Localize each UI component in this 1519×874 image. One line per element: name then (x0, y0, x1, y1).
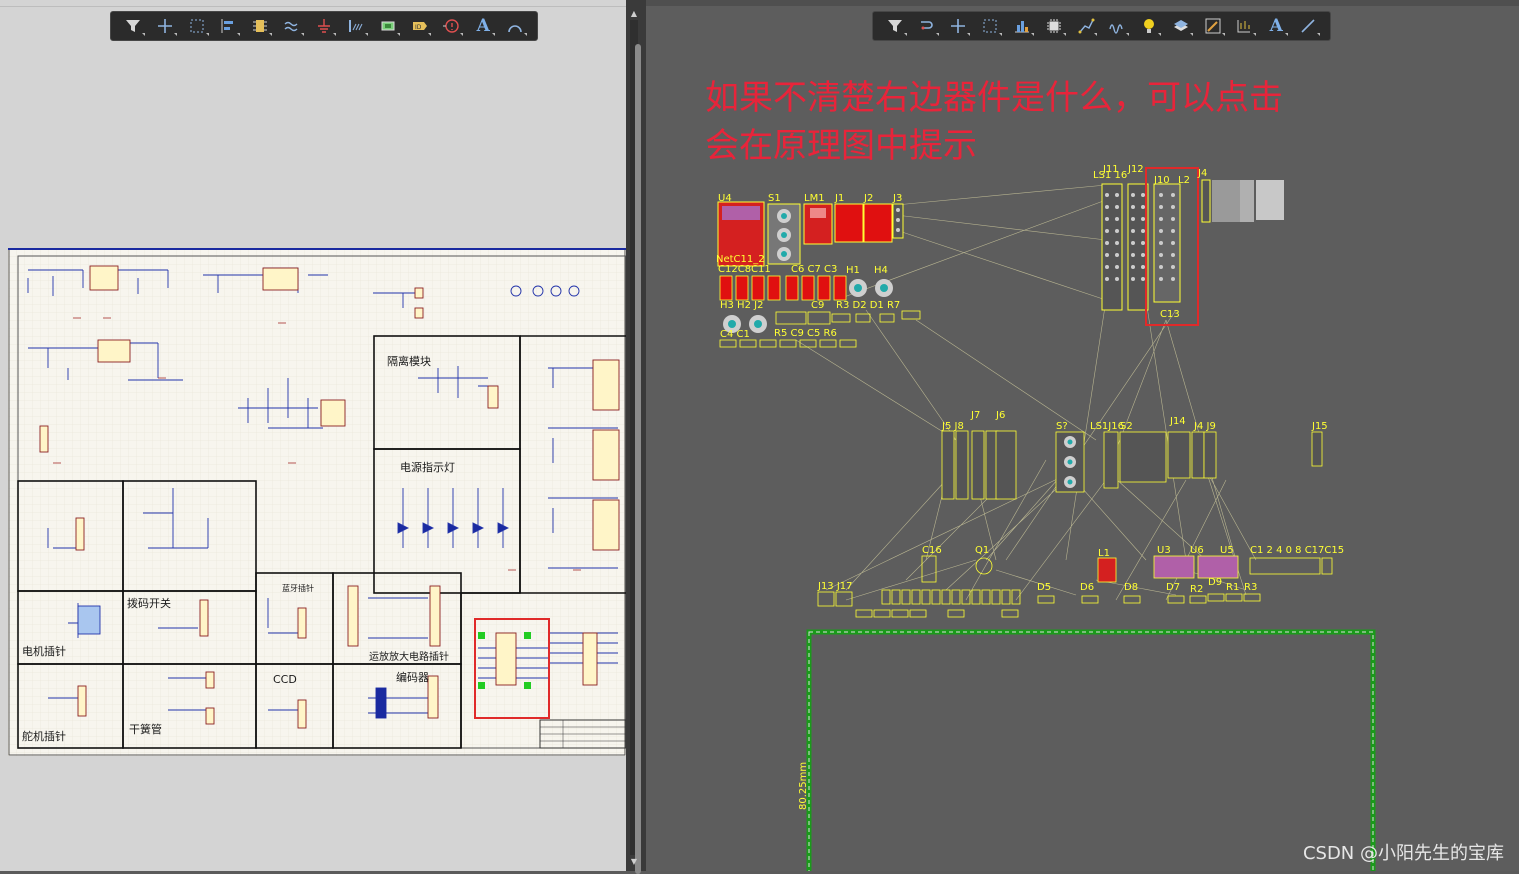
opamp-label: 运放放大电路插针 (369, 652, 449, 663)
arc-button[interactable] (502, 14, 528, 38)
text-button[interactable]: A (470, 14, 496, 38)
motor-label: 电机插针 (22, 645, 66, 658)
vertical-scrollbar[interactable] (630, 20, 641, 874)
pcb-label-ls1j16: LS1J16 (1090, 421, 1124, 432)
scroll-up-icon[interactable]: ▲ (629, 10, 639, 18)
pcb-label-h3h2j2: H3 H2 J2 (720, 300, 763, 311)
watermark: CSDN @小阳先生的宝库 (1302, 843, 1504, 864)
pcb-label-c6c7c3: C6 C7 C3 (791, 264, 837, 275)
encoder-label: 编码器 (396, 671, 429, 684)
pane-header (0, 0, 626, 7)
component-icon (253, 20, 268, 32)
align-button[interactable] (216, 14, 242, 38)
text-icon: A (476, 16, 490, 36)
svg-text:ID: ID (415, 24, 422, 31)
pcb-label-d5: D5 (1037, 582, 1051, 593)
net-label-button[interactable] (279, 14, 305, 38)
schematic-drawing (8, 248, 626, 756)
port-icon (381, 21, 395, 31)
reed-label: 干簧管 (129, 723, 162, 736)
pcb-label-u4: U4 (718, 193, 732, 204)
filter-icon (125, 20, 140, 32)
pcb-label-d7: D7 (1166, 582, 1180, 593)
pcb-label-j3: J3 (892, 193, 902, 204)
hint-line-1: 如果不清楚右边器件是什么，可以点击 (705, 78, 1283, 118)
pcb-label-s7: S? (1056, 421, 1068, 432)
select-rect-button[interactable] (184, 14, 210, 38)
component-button[interactable] (247, 14, 273, 38)
pcb-label-j10: J10 (1153, 175, 1170, 186)
pcb-label-j14: J14 (1169, 416, 1186, 427)
hint-annotation: 如果不清楚右边器件是什么，可以点击 会在原理图中提示 (705, 74, 1365, 170)
pcb-label-u3: U3 (1157, 545, 1171, 556)
net-label-icon (284, 21, 298, 32)
servo-label: 舵机插针 (22, 730, 66, 743)
pcb-label-j6: J6 (995, 410, 1005, 421)
pcb-label-j5j8: J5 J8 (941, 421, 964, 432)
arc-icon (508, 25, 522, 33)
pcb-label-s1: S1 (768, 193, 781, 204)
schematic-pane[interactable]: ID A 隔离模块 电源指示灯 电机插针 拨码开关 蓝牙插针 运放放大电路插针 … (0, 0, 626, 871)
bluetooth-label: 蓝牙插针 (282, 584, 314, 593)
pcb-label-r3b: R3 (1244, 582, 1257, 593)
pcb-label-lm1: LM1 (804, 193, 825, 204)
pcb-label-r2: R2 (1190, 584, 1203, 595)
bus-icon (348, 20, 363, 32)
pcb-label-c12c8c11: C12C8C11 (718, 264, 771, 275)
schematic-sheet[interactable]: 隔离模块 电源指示灯 电机插针 拨码开关 蓝牙插针 运放放大电路插针 舵机插针 … (8, 248, 626, 756)
pcb-label-l2: L2 (1178, 175, 1190, 186)
parameter-icon: ID (412, 22, 427, 31)
port-button[interactable] (375, 14, 401, 38)
pcb-label-s2: S2 (1120, 421, 1133, 432)
board-dimension-label: 80.25mm (798, 762, 809, 810)
pcb-label-h1: H1 (846, 265, 860, 276)
pcb-label-c13: C13 (1160, 309, 1180, 320)
pcb-label-c1c17c15: C1 2 4 0 8 C17C15 (1250, 545, 1344, 556)
pcb-label-c16: C16 (922, 545, 942, 556)
pcb-label-j1: J1 (834, 193, 844, 204)
hint-line-2: 会在原理图中提示 (705, 126, 977, 166)
pcb-label-j13j17: J13 J17 (817, 581, 853, 592)
pcb-label-c4c1: C4 C1 (720, 329, 750, 340)
schematic-toolbar: ID A (110, 11, 538, 41)
pcb-label-r5c9c5r6: R5 C9 C5 R6 (774, 328, 837, 339)
align-icon (221, 19, 234, 33)
parameter-button[interactable]: ID (407, 14, 433, 38)
pcb-label-u6: U6 (1190, 545, 1204, 556)
dip-switch-label: 拨码开关 (127, 597, 171, 610)
pcb-label-l1: L1 (1098, 548, 1110, 559)
power-led-label: 电源指示灯 (400, 461, 455, 474)
pcb-label-q1: Q1 (975, 545, 989, 556)
ccd-label: CCD (273, 673, 297, 686)
pane-splitter[interactable]: ▲ ▼ (626, 0, 646, 874)
bus-button[interactable] (343, 14, 369, 38)
warning-icon (443, 19, 460, 33)
pcb-label-r1: R1 (1226, 582, 1239, 593)
plus-icon (157, 19, 172, 33)
pcb-label-j2: J2 (863, 193, 873, 204)
pcb-label-u5: U5 (1220, 545, 1234, 556)
pcb-label-j15: J15 (1311, 421, 1328, 432)
warning-button[interactable] (438, 14, 464, 38)
filter-button[interactable] (120, 14, 146, 38)
ground-icon (317, 19, 330, 33)
plus-button[interactable] (152, 14, 178, 38)
pcb-label-d6: D6 (1080, 582, 1094, 593)
scroll-down-icon[interactable]: ▼ (629, 858, 639, 866)
pcb-label-r3d2d1r7: R3 D2 D1 R7 (836, 300, 900, 311)
select-rect-icon (190, 19, 204, 33)
ground-button[interactable] (311, 14, 337, 38)
pcb-label-d9: D9 (1208, 577, 1222, 588)
pcb-label-h4: H4 (874, 265, 888, 276)
isolation-label: 隔离模块 (387, 355, 431, 368)
pcb-label-c9: C9 (811, 300, 824, 311)
pcb-label-j7: J7 (970, 410, 980, 421)
pcb-label-j4j9: J4 J9 (1193, 421, 1216, 432)
pcb-label-d8: D8 (1124, 582, 1138, 593)
scrollbar-thumb[interactable] (635, 44, 641, 874)
